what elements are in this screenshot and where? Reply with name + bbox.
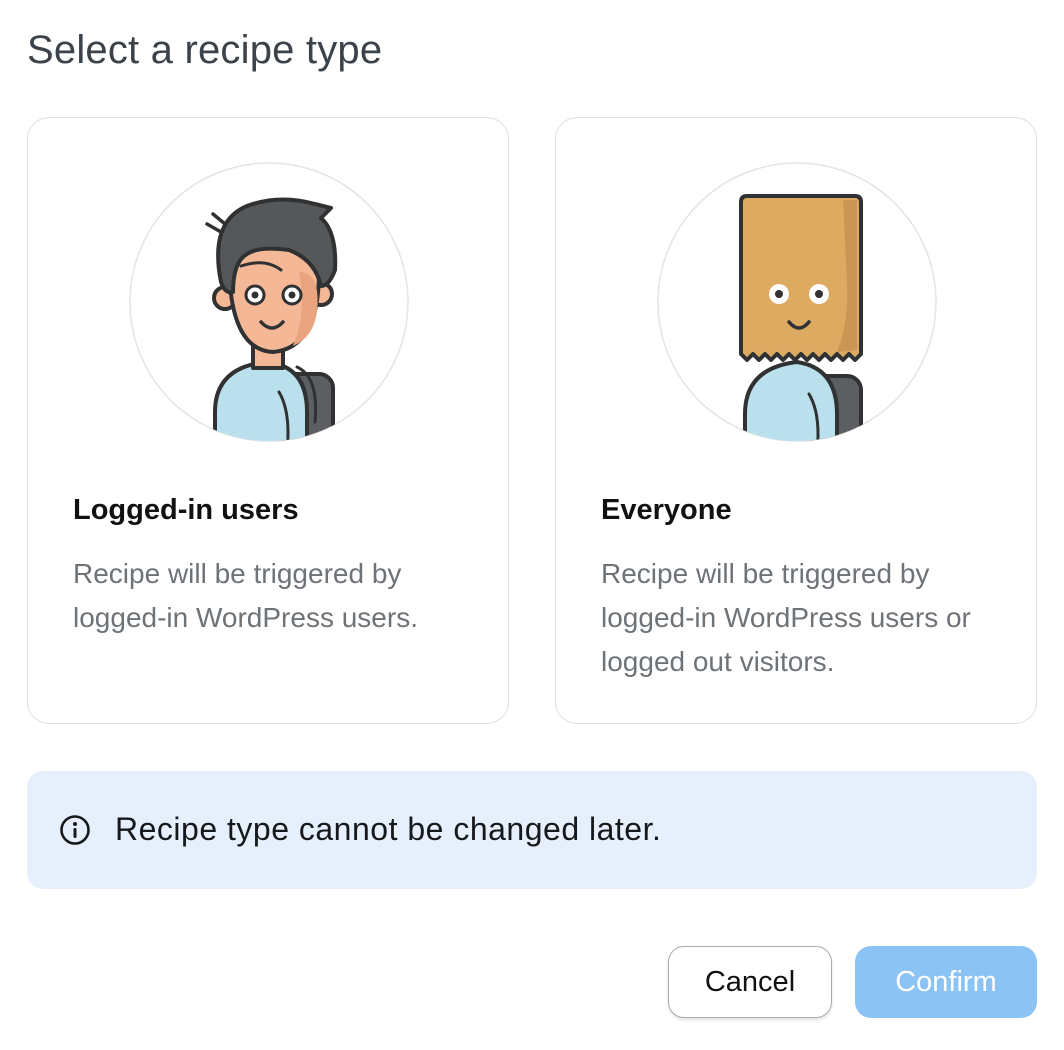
cancel-button[interactable]: Cancel [668, 946, 832, 1018]
option-title: Logged-in users [73, 494, 299, 526]
notice-text: Recipe type cannot be changed later. [115, 811, 662, 847]
option-card-everyone[interactable]: Everyone Recipe will be triggered by log… [555, 117, 1037, 724]
info-notice: Recipe type cannot be changed later. [27, 771, 1037, 889]
dialog-title: Select a recipe type [27, 28, 383, 72]
confirm-button[interactable]: Confirm [855, 946, 1037, 1018]
option-title: Everyone [601, 494, 732, 526]
paper-bag-avatar-icon [657, 162, 937, 442]
option-description: Recipe will be triggered by logged-in Wo… [601, 558, 971, 677]
recipe-type-dialog: Select a recipe type Logged-in users Rec… [0, 0, 1064, 1050]
option-card-logged-in-users[interactable]: Logged-in users Recipe will be triggered… [27, 117, 509, 724]
option-description: Recipe will be triggered by logged-in Wo… [73, 558, 418, 633]
user-avatar-icon [129, 162, 409, 442]
info-icon [59, 814, 91, 846]
